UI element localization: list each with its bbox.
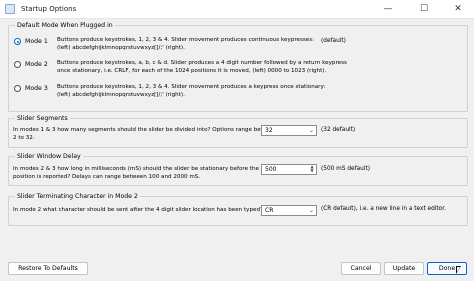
app-icon xyxy=(5,4,15,14)
window-delay-legend: Slider Window Delay xyxy=(15,152,83,161)
chevron-down-icon: ⌄ xyxy=(308,207,314,214)
mode-3-desc-line1: Buttons produce keystrokes, 1, 2, 3 & 4.… xyxy=(57,84,326,90)
cancel-button[interactable]: Cancel xyxy=(341,262,381,275)
segments-dropdown[interactable]: 32 ⌄ xyxy=(261,125,317,136)
close-button[interactable]: ✕ xyxy=(442,0,474,18)
done-button[interactable]: Done xyxy=(427,262,467,275)
mouse-pointer-icon xyxy=(456,266,461,274)
window-delay-input[interactable]: 500 ▲ ▼ xyxy=(261,164,317,175)
terminating-value: CR xyxy=(265,207,274,214)
mode-3-radio[interactable] xyxy=(14,85,21,92)
default-mode-group: Default Mode When Plugged in Mode 1 Butt… xyxy=(8,21,468,112)
spinner-arrows-icon[interactable]: ▲ ▼ xyxy=(309,165,315,174)
mode-2-label[interactable]: Mode 2 xyxy=(25,61,48,68)
title-bar: Startup Options — ☐ ✕ xyxy=(0,0,474,19)
mode-1-desc-line2: (left) abcdefghijklmnopqrstuvwxyz[]/;' (… xyxy=(57,45,185,51)
window-delay-group: Slider Window Delay In modes 2 & 3 how l… xyxy=(8,152,468,186)
segments-group: Slider Segments In modes 1 & 3 how many … xyxy=(8,114,468,148)
maximize-button[interactable]: ☐ xyxy=(406,0,442,18)
window-delay-desc-line1: In modes 2 & 3 how long in milliseconds … xyxy=(13,166,281,172)
mode-2-radio[interactable] xyxy=(14,61,21,68)
minimize-button[interactable]: — xyxy=(370,0,406,18)
window-delay-note: (500 mS default) xyxy=(321,166,370,172)
window-delay-desc-line2: position is reported? Delays can range b… xyxy=(13,174,201,180)
terminating-note: (CR default), i.e. a new line in a text … xyxy=(321,206,446,212)
chevron-down-icon: ⌄ xyxy=(308,127,314,134)
segments-desc-line1: In modes 1 & 3 how many segments should … xyxy=(13,127,278,133)
mode-2-desc-line1: Buttons produce keystrokes, a, b, c & d.… xyxy=(57,60,347,66)
mode-2-desc-line2: once stationary, i.e. CRLF, for each of … xyxy=(57,68,327,74)
default-mode-legend: Default Mode When Plugged in xyxy=(15,21,115,30)
segments-desc-line2: 2 to 32. xyxy=(13,135,35,141)
segments-note: (32 default) xyxy=(321,127,356,133)
terminating-desc: In mode 2 what character should be sent … xyxy=(13,207,263,213)
mode-1-desc-line1: Buttons produce keystrokes, 1, 2, 3 & 4.… xyxy=(57,37,315,43)
mode-1-radio[interactable] xyxy=(14,38,21,45)
window-delay-value: 500 xyxy=(265,166,277,173)
terminating-legend: Slider Terminating Character in Mode 2 xyxy=(15,192,140,201)
update-button[interactable]: Update xyxy=(384,262,424,275)
window-controls: — ☐ ✕ xyxy=(370,0,474,18)
segments-legend: Slider Segments xyxy=(15,114,70,123)
segments-value: 32 xyxy=(265,127,273,134)
mode-1-note: (default) xyxy=(321,38,346,44)
mode-3-desc-line2: (left) abcdefghijklmnopqrstuvwxyz[]/;' (… xyxy=(57,92,185,98)
mode-3-label[interactable]: Mode 3 xyxy=(25,85,48,92)
terminating-dropdown[interactable]: CR ⌄ xyxy=(261,205,317,216)
window-title: Startup Options xyxy=(21,5,77,13)
terminating-group: Slider Terminating Character in Mode 2 I… xyxy=(8,192,468,226)
mode-1-label[interactable]: Mode 1 xyxy=(25,38,48,45)
restore-defaults-button[interactable]: Restore To Defaults xyxy=(8,262,88,275)
